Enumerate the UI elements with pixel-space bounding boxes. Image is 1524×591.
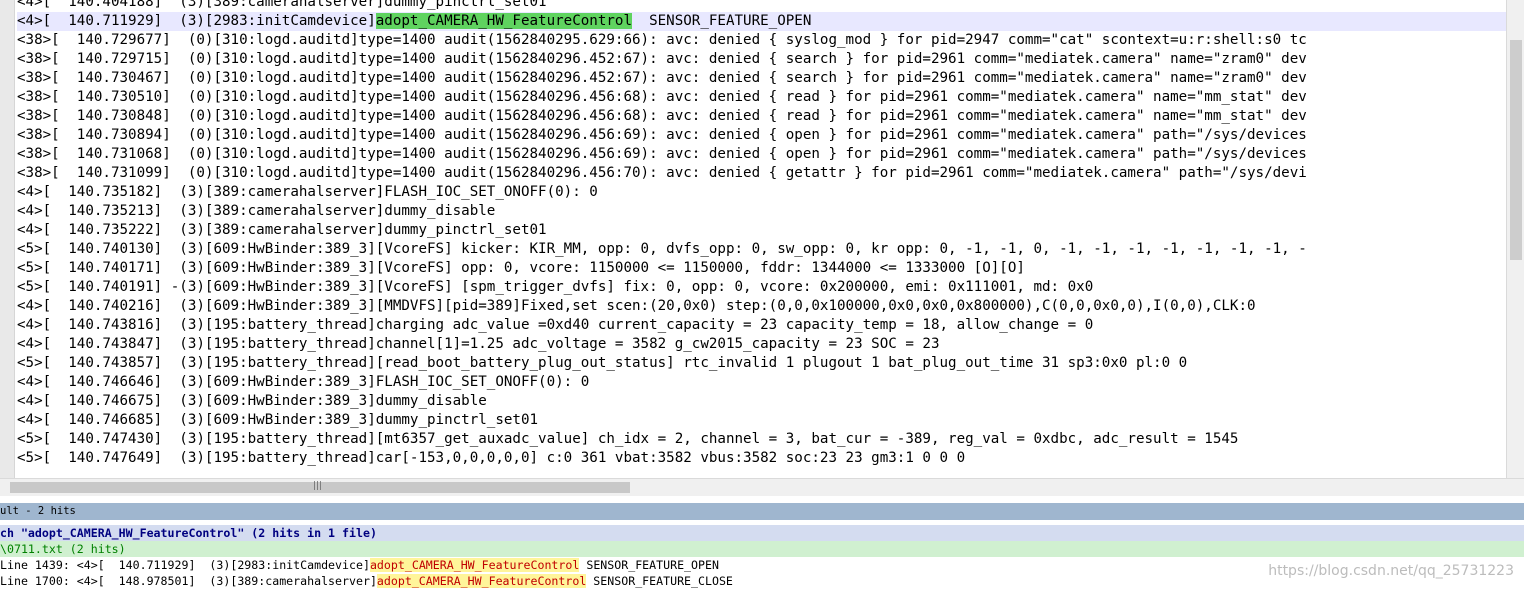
- search-results-panel[interactable]: ch "adopt_CAMERA_HW_FeatureControl" (2 h…: [0, 521, 1524, 591]
- scroll-grip-icon: |||: [313, 481, 323, 491]
- log-line[interactable]: <5>[ 140.747430] (3)[195:battery_thread]…: [17, 430, 1524, 449]
- hit-suffix: SENSOR_FEATURE_CLOSE: [586, 574, 733, 588]
- log-line[interactable]: <38>[ 140.729677] (0)[310:logd.auditd]ty…: [17, 31, 1524, 50]
- log-line[interactable]: <4>[ 140.746675] (3)[609:HwBinder:389_3]…: [17, 392, 1524, 411]
- log-line[interactable]: <4>[ 140.743816] (3)[195:battery_thread]…: [17, 316, 1524, 335]
- editor-margin: [0, 0, 15, 478]
- log-line[interactable]: <38>[ 140.729715] (0)[310:logd.auditd]ty…: [17, 50, 1524, 69]
- log-line[interactable]: <38>[ 140.730467] (0)[310:logd.auditd]ty…: [17, 69, 1524, 88]
- log-line[interactable]: <4>[ 140.746646] (3)[609:HwBinder:389_3]…: [17, 373, 1524, 392]
- log-line[interactable]: <5>[ 140.740130] (3)[609:HwBinder:389_3]…: [17, 240, 1524, 259]
- search-summary[interactable]: ch "adopt_CAMERA_HW_FeatureControl" (2 h…: [0, 525, 1524, 541]
- log-line[interactable]: <38>[ 140.730848] (0)[310:logd.auditd]ty…: [17, 107, 1524, 126]
- log-lines: <4>[ 140.404188] (3)[389:camerahalserver…: [17, 0, 1524, 468]
- log-line[interactable]: <4>[ 140.743847] (3)[195:battery_thread]…: [17, 335, 1524, 354]
- horizontal-scrollbar[interactable]: |||: [0, 478, 1524, 496]
- log-line[interactable]: <4>[ 140.735213] (3)[389:camerahalserver…: [17, 202, 1524, 221]
- log-line[interactable]: <4>[ 140.740216] (3)[609:HwBinder:389_3]…: [17, 297, 1524, 316]
- log-editor[interactable]: <4>[ 140.404188] (3)[389:camerahalserver…: [0, 0, 1524, 478]
- vertical-scrollbar[interactable]: [1506, 0, 1524, 478]
- log-line[interactable]: <5>[ 140.747649] (3)[195:battery_thread]…: [17, 449, 1524, 468]
- result-file[interactable]: \0711.txt (2 hits): [0, 541, 1524, 557]
- hit-suffix: SENSOR_FEATURE_OPEN: [579, 558, 719, 572]
- log-line[interactable]: <4>[ 140.735182] (3)[389:camerahalserver…: [17, 183, 1524, 202]
- watermark: https://blog.csdn.net/qq_25731223: [1268, 563, 1514, 579]
- log-line[interactable]: <38>[ 140.731068] (0)[310:logd.auditd]ty…: [17, 145, 1524, 164]
- log-line[interactable]: <4>[ 140.735222] (3)[389:camerahalserver…: [17, 221, 1524, 240]
- log-line[interactable]: <38>[ 140.731099] (0)[310:logd.auditd]ty…: [17, 164, 1524, 183]
- search-results-title: ult - 2 hits: [0, 503, 1524, 520]
- vertical-scroll-thumb[interactable]: [1510, 40, 1522, 260]
- log-line[interactable]: <5>[ 140.743857] (3)[195:battery_thread]…: [17, 354, 1524, 373]
- log-line[interactable]: <4>[ 140.404188] (3)[389:camerahalserver…: [17, 0, 1524, 12]
- hit-prefix: Line 1439: <4>[ 140.711929] (3)[2983:ini…: [0, 558, 370, 572]
- hit-prefix: Line 1700: <4>[ 148.978501] (3)[389:came…: [0, 574, 377, 588]
- log-line[interactable]: <38>[ 140.730894] (0)[310:logd.auditd]ty…: [17, 126, 1524, 145]
- hit-match: adopt_CAMERA_HW_FeatureControl: [376, 574, 587, 588]
- log-line[interactable]: <38>[ 140.730510] (0)[310:logd.auditd]ty…: [17, 88, 1524, 107]
- hit-match: adopt_CAMERA_HW_FeatureControl: [369, 558, 580, 572]
- log-line-current[interactable]: <4>[ 140.711929] (3)[2983:initCamdevice]…: [17, 12, 1524, 31]
- log-line[interactable]: <4>[ 140.746685] (3)[609:HwBinder:389_3]…: [17, 411, 1524, 430]
- line-suffix: SENSOR_FEATURE_OPEN: [632, 13, 812, 29]
- line-prefix: <4>[ 140.711929] (3)[2983:initCamdevice]: [17, 13, 376, 29]
- log-line[interactable]: <5>[ 140.740171] (3)[609:HwBinder:389_3]…: [17, 259, 1524, 278]
- search-match-highlight: adopt_CAMERA_HW_FeatureControl: [375, 13, 632, 29]
- log-line[interactable]: <5>[ 140.740191] -(3)[609:HwBinder:389_3…: [17, 278, 1524, 297]
